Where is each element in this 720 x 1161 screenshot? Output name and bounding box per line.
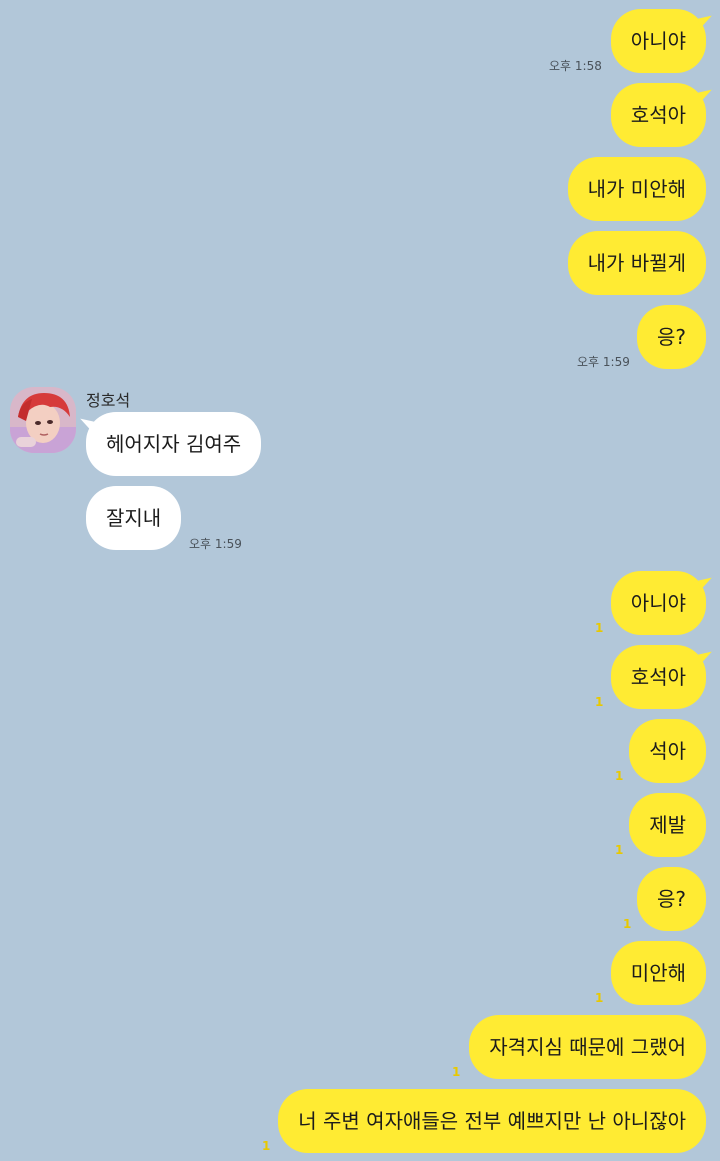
unread-count: 1 bbox=[595, 695, 604, 709]
received-message[interactable]: 헤어지자 김여주 bbox=[86, 412, 262, 476]
sent-message[interactable]: 너 주변 여자애들은 전부 예쁘지만 난 아니잖아 bbox=[278, 1089, 706, 1153]
unread-count: 1 bbox=[615, 843, 624, 857]
message-timestamp: 오후 1:58 bbox=[549, 59, 602, 73]
unread-count: 1 bbox=[262, 1139, 271, 1153]
profile-photo-icon bbox=[10, 387, 76, 453]
contact-name: 정호석 bbox=[86, 391, 131, 410]
unread-count: 1 bbox=[595, 991, 604, 1005]
message-timestamp: 오후 1:59 bbox=[189, 537, 242, 551]
sent-message[interactable]: 내가 미안해 bbox=[567, 157, 706, 221]
message-timestamp: 오후 1:59 bbox=[577, 355, 630, 369]
unread-count: 1 bbox=[615, 769, 624, 783]
avatar[interactable] bbox=[10, 387, 76, 453]
received-message[interactable]: 잘지내 bbox=[86, 486, 182, 550]
sent-message[interactable]: 호석아 bbox=[610, 83, 706, 147]
sent-message[interactable]: 석아 bbox=[629, 719, 706, 783]
sent-message[interactable]: 아니야 bbox=[610, 571, 706, 635]
sent-message[interactable]: 미안해 bbox=[610, 941, 706, 1005]
sent-message[interactable]: 아니야 bbox=[610, 9, 706, 73]
sent-message[interactable]: 호석아 bbox=[610, 645, 706, 709]
unread-count: 1 bbox=[595, 621, 604, 635]
sent-message[interactable]: 제발 bbox=[629, 793, 706, 857]
sent-message[interactable]: 자격지심 때문에 그랬어 bbox=[469, 1015, 706, 1079]
sent-message[interactable]: 내가 바뀔게 bbox=[567, 231, 706, 295]
unread-count: 1 bbox=[623, 917, 632, 931]
sent-message[interactable]: 응? bbox=[636, 305, 706, 369]
unread-count: 1 bbox=[452, 1065, 461, 1079]
sent-message[interactable]: 응? bbox=[636, 867, 706, 931]
